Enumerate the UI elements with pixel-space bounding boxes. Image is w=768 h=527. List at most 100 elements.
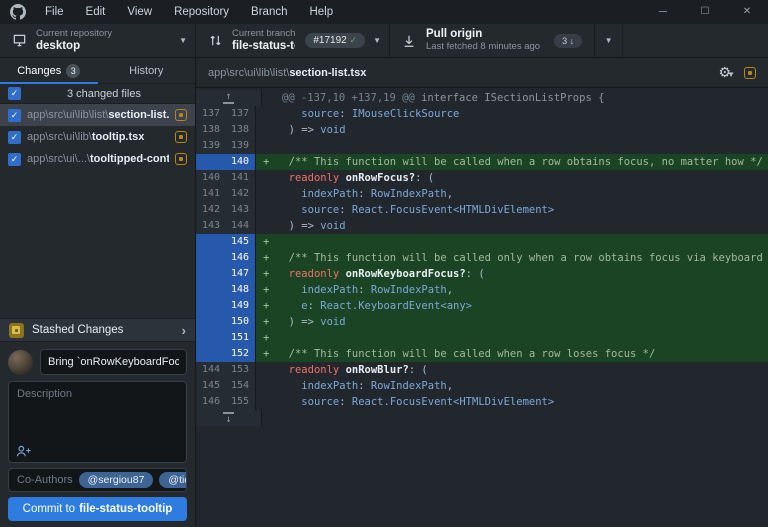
old-line-number[interactable]: 142 (196, 202, 226, 218)
new-line-number[interactable]: 155 (226, 394, 256, 410)
coauthor-pill[interactable]: @tidy-dev (159, 472, 186, 488)
file-row[interactable]: ✓ app\src\ui\...\tooltipped-content.tsx (0, 148, 195, 170)
minimize-button[interactable]: ─ (642, 0, 684, 24)
diff-line[interactable]: 152 + /** This function will be called wh… (196, 346, 768, 362)
menu-file[interactable]: File (34, 0, 75, 24)
close-button[interactable]: ✕ (726, 0, 768, 24)
new-line-number[interactable]: 142 (226, 186, 256, 202)
new-line-number[interactable]: 137 (226, 106, 256, 122)
diff-line[interactable]: 146 + /** This function will be called on… (196, 250, 768, 266)
old-line-number[interactable]: 146 (196, 394, 226, 410)
diff-line[interactable]: 149 + e: React.KeyboardEvent<any> (196, 298, 768, 314)
diff-line[interactable]: 146 155 source: React.FocusEvent<HTMLDivE… (196, 394, 768, 410)
stashed-changes-row[interactable]: Stashed Changes › (0, 318, 195, 342)
new-line-number[interactable]: 148 (226, 282, 256, 298)
diff-line-content: + /** This function will be called when … (256, 154, 768, 170)
old-line-number[interactable] (196, 298, 226, 314)
expand-up-button[interactable]: ↑ (196, 90, 262, 106)
new-line-number[interactable]: 140 (226, 154, 256, 170)
diff-line[interactable]: ↑ @@ -137,10 +137,19 @@ interface ISectio… (196, 90, 768, 106)
menu-branch[interactable]: Branch (240, 0, 298, 24)
current-branch-button[interactable]: Current branch file-status-too... #17192… (196, 24, 390, 57)
diff-line[interactable]: 144 153 readonly onRowBlur?: ( (196, 362, 768, 378)
pull-origin-button[interactable]: Pull origin Last fetched 8 minutes ago 3… (390, 24, 624, 57)
diff-line[interactable]: 143 144 ) => void (196, 218, 768, 234)
new-line-number[interactable]: 151 (226, 330, 256, 346)
coauthors-row[interactable]: Co-Authors @sergiou87 @tidy-dev (8, 468, 187, 492)
new-line-number[interactable]: 143 (226, 202, 256, 218)
diff-line[interactable]: 151 + (196, 330, 768, 346)
old-line-number[interactable]: 137 (196, 106, 226, 122)
commit-description-input[interactable] (9, 382, 186, 440)
new-line-number[interactable]: 154 (226, 378, 256, 394)
select-all-checkbox[interactable]: ✓ (8, 87, 21, 100)
expand-down-button[interactable]: ↓ (196, 410, 262, 426)
old-line-number[interactable]: 138 (196, 122, 226, 138)
diff-line[interactable]: 141 142 indexPath: RowIndexPath, (196, 186, 768, 202)
old-line-number[interactable]: 141 (196, 186, 226, 202)
old-line-number[interactable] (196, 282, 226, 298)
old-line-number[interactable]: 145 (196, 378, 226, 394)
new-line-number[interactable]: 145 (226, 234, 256, 250)
diff-line[interactable]: 138 138 ) => void (196, 122, 768, 138)
modified-status-icon (744, 66, 756, 79)
diff-line[interactable]: 142 143 source: React.FocusEvent<HTMLDivE… (196, 202, 768, 218)
diff-line[interactable]: 147 + readonly onRowKeyboardFocus?: ( (196, 266, 768, 282)
add-coauthor-icon[interactable] (16, 444, 32, 458)
old-line-number[interactable] (196, 330, 226, 346)
code-text: indexPath: RowIndexPath, (301, 284, 454, 296)
diff-line-content: source: React.FocusEvent<HTMLDivElement> (256, 202, 768, 218)
file-row[interactable]: ✓ app\src\ui\lib\list\section-list.tsx (0, 104, 195, 126)
old-line-number[interactable] (196, 314, 226, 330)
diff-line[interactable]: ↓ (196, 410, 768, 426)
diff-line[interactable]: 148 + indexPath: RowIndexPath, (196, 282, 768, 298)
diff-line[interactable]: 137 137 source: IMouseClickSource (196, 106, 768, 122)
new-line-number[interactable]: 139 (226, 138, 256, 154)
new-line-number[interactable]: 141 (226, 170, 256, 186)
old-line-number[interactable] (196, 250, 226, 266)
old-line-number[interactable]: 144 (196, 362, 226, 378)
new-line-number[interactable]: 153 (226, 362, 256, 378)
tab-changes[interactable]: Changes 3 (0, 58, 98, 84)
new-line-number[interactable]: 149 (226, 298, 256, 314)
file-label: app\src\ui\...\tooltipped-content.tsx (27, 153, 169, 165)
old-line-number[interactable] (196, 154, 226, 170)
diff-line[interactable]: 139 139 (196, 138, 768, 154)
old-line-number[interactable] (196, 266, 226, 282)
diff-options-button[interactable]: ⚙▼ (719, 65, 735, 80)
added-marker (256, 170, 276, 186)
new-line-number[interactable]: 146 (226, 250, 256, 266)
new-line-number[interactable]: 147 (226, 266, 256, 282)
maximize-button[interactable]: ☐ (684, 0, 726, 24)
file-checkbox[interactable]: ✓ (8, 108, 21, 122)
diff-line[interactable]: 145 154 indexPath: RowIndexPath, (196, 378, 768, 394)
old-line-number[interactable] (196, 234, 226, 250)
tab-history[interactable]: History (98, 58, 196, 83)
old-line-number[interactable]: 143 (196, 218, 226, 234)
current-repository-button[interactable]: Current repository desktop ▼ (0, 24, 196, 57)
sidebar: Changes 3 History ✓ 3 changed files ✓ app… (0, 58, 196, 527)
diff-line[interactable]: 150 + ) => void (196, 314, 768, 330)
new-line-number[interactable]: 144 (226, 218, 256, 234)
new-line-number[interactable]: 138 (226, 122, 256, 138)
diff-line[interactable]: 145 + (196, 234, 768, 250)
new-line-number[interactable]: 152 (226, 346, 256, 362)
diff-line[interactable]: 140 141 readonly onRowFocus?: ( (196, 170, 768, 186)
menu-edit[interactable]: Edit (75, 0, 117, 24)
code-text: readonly onRowKeyboardFocus?: ( (288, 268, 485, 280)
old-line-number[interactable]: 140 (196, 170, 226, 186)
pull-dropdown-button[interactable]: ▼ (594, 24, 622, 57)
menu-help[interactable]: Help (298, 0, 344, 24)
new-line-number[interactable]: 150 (226, 314, 256, 330)
file-checkbox[interactable]: ✓ (8, 152, 21, 166)
old-line-number[interactable] (196, 346, 226, 362)
file-row[interactable]: ✓ app\src\ui\lib\tooltip.tsx (0, 126, 195, 148)
file-checkbox[interactable]: ✓ (8, 130, 21, 144)
old-line-number[interactable]: 139 (196, 138, 226, 154)
diff-line[interactable]: 140 + /** This function will be called wh… (196, 154, 768, 170)
commit-summary-input[interactable] (40, 349, 187, 375)
commit-button[interactable]: Commit to file-status-tooltip (8, 497, 187, 521)
menu-repository[interactable]: Repository (163, 0, 240, 24)
menu-view[interactable]: View (116, 0, 163, 24)
coauthor-pill[interactable]: @sergiou87 (78, 472, 154, 488)
